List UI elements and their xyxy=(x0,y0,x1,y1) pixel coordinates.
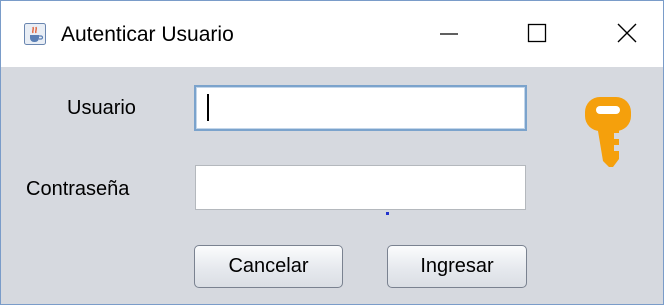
minimize-button[interactable] xyxy=(426,11,472,59)
login-window: Autenticar Usuario Usuario Contraseña Ca… xyxy=(0,0,664,305)
window-title: Autenticar Usuario xyxy=(61,23,234,46)
title-bar[interactable]: Autenticar Usuario xyxy=(1,1,663,67)
username-label: Usuario xyxy=(67,97,136,119)
password-label: Contraseña xyxy=(26,178,130,200)
close-button[interactable] xyxy=(604,11,650,59)
java-cup-icon[interactable] xyxy=(24,23,46,45)
text-caret xyxy=(207,94,209,121)
minimize-icon xyxy=(439,23,459,48)
password-input[interactable] xyxy=(195,165,526,210)
maximize-button[interactable] xyxy=(514,11,560,59)
submit-button[interactable]: Ingresar xyxy=(387,245,527,288)
maximize-icon xyxy=(527,23,547,48)
username-input[interactable] xyxy=(194,85,527,131)
key-icon xyxy=(583,95,633,183)
close-icon xyxy=(617,23,637,48)
focus-dot xyxy=(386,212,389,215)
cancel-button[interactable]: Cancelar xyxy=(194,245,343,288)
